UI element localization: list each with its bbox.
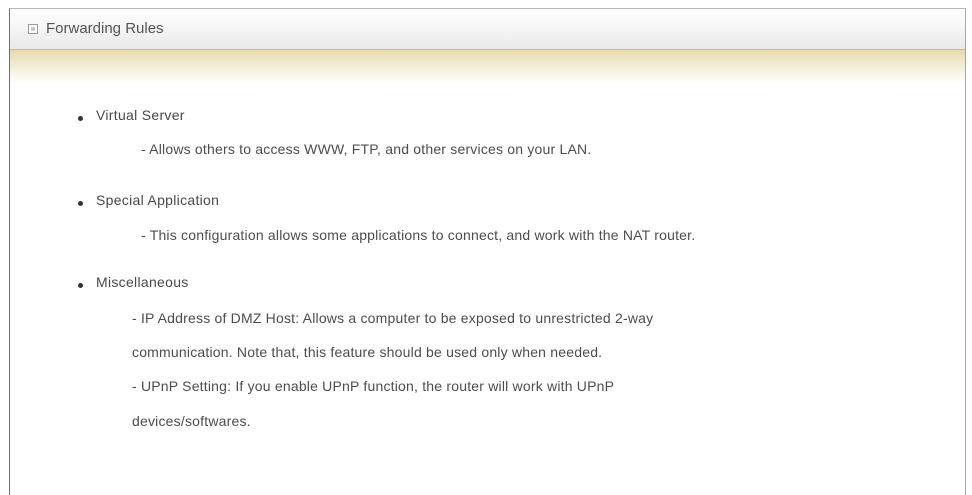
panel-title-bar: Forwarding Rules (10, 9, 965, 50)
item-description-line: - UPnP Setting: If you enable UPnP funct… (132, 378, 615, 394)
item-heading-special-application: Special Application (80, 192, 219, 208)
panel-title: Forwarding Rules (46, 20, 164, 37)
item-heading-label: Virtual Server (96, 107, 185, 123)
forwarding-rules-panel: Forwarding Rules Virtual Server - Allows… (9, 8, 966, 495)
item-description-line: devices/softwares. (132, 413, 251, 429)
help-content: Virtual Server - Allows others to access… (10, 84, 965, 495)
item-heading-label: Special Application (96, 192, 220, 208)
title-divider-band (10, 50, 965, 84)
item-heading-miscellaneous: Miscellaneous (80, 274, 189, 290)
item-heading-virtual-server: Virtual Server (80, 107, 185, 123)
item-description-line: - Allows others to access WWW, FTP, and … (141, 141, 592, 157)
item-description-line: - This configuration allows some applica… (141, 227, 696, 243)
square-bullet-icon (28, 24, 38, 34)
item-heading-label: Miscellaneous (96, 274, 189, 290)
item-description-line: - IP Address of DMZ Host: Allows a compu… (132, 310, 654, 326)
item-description-line: communication. Note that, this feature s… (132, 344, 603, 360)
